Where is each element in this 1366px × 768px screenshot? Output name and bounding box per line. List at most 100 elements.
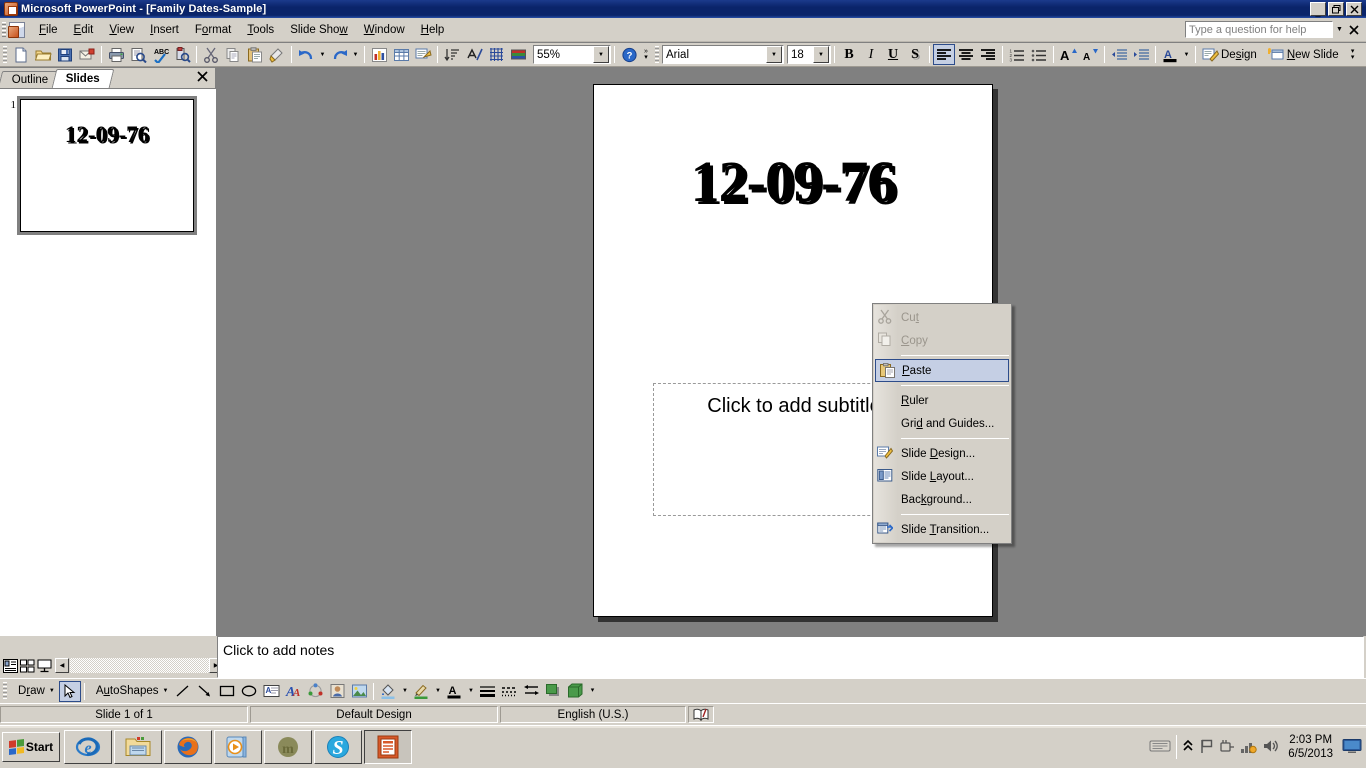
print-icon[interactable] (105, 44, 127, 65)
underline-button[interactable]: U (882, 44, 904, 65)
font-color-icon[interactable]: A (1159, 44, 1181, 65)
menu-help[interactable]: Help (413, 21, 453, 39)
zoom-dropdown-arrow[interactable]: ▼ (593, 46, 609, 63)
context-menu-item-background[interactable]: Background... (873, 488, 1011, 511)
slide-thumbnail[interactable]: 12-09-76 (17, 96, 197, 235)
context-menu-item-grid-and-guides[interactable]: Grid and Guides... (873, 412, 1011, 435)
menu-grip[interactable] (2, 21, 6, 38)
decrease-font-size-icon[interactable]: A (1079, 44, 1101, 65)
bullets-icon[interactable] (1028, 44, 1050, 65)
format-painter-icon[interactable] (266, 44, 288, 65)
start-button[interactable]: Start (2, 732, 60, 762)
align-left-icon[interactable] (933, 44, 955, 65)
show-hidden-icons-icon[interactable] (1182, 739, 1194, 756)
slide-title-text[interactable]: 12-09-76 (594, 153, 992, 211)
drawing-toolbar-overflow[interactable]: ▾ (586, 680, 598, 702)
redo-dropdown-arrow[interactable]: ▼ (350, 44, 361, 65)
arrow-style-icon[interactable] (520, 681, 542, 702)
text-box-icon[interactable]: A (260, 681, 282, 702)
font-color-draw-dropdown-arrow[interactable]: ▼ (465, 681, 476, 702)
print-preview-icon[interactable] (127, 44, 149, 65)
context-menu-item-slide-transition[interactable]: Slide Transition... (873, 518, 1011, 541)
slide-vertical-scrollbar[interactable] (1350, 68, 1366, 636)
save-icon[interactable] (54, 44, 76, 65)
expand-all-icon[interactable] (463, 44, 485, 65)
fill-color-dropdown-arrow[interactable]: ▼ (399, 681, 410, 702)
close-pane-icon[interactable] (195, 69, 209, 83)
taskbar-skype-icon[interactable]: S (314, 730, 362, 764)
safely-remove-hardware-icon[interactable] (1219, 738, 1235, 757)
menu-window[interactable]: Window (356, 21, 413, 39)
diagram-icon[interactable] (304, 681, 326, 702)
context-menu-item-ruler[interactable]: Ruler (873, 389, 1011, 412)
color-grayscale-icon[interactable] (507, 44, 529, 65)
formatting-toolbar-overflow[interactable]: ▾ ▾ (1347, 44, 1359, 66)
menu-slide-show[interactable]: Slide Show (282, 21, 356, 39)
menu-tools[interactable]: Tools (239, 21, 282, 39)
draw-menu-button[interactable]: Draw ▼ (10, 681, 59, 702)
insert-chart-icon[interactable] (368, 44, 390, 65)
dash-style-icon[interactable] (498, 681, 520, 702)
taskbar-mcafee-icon[interactable]: m (264, 730, 312, 764)
slide-show-view-icon[interactable] (36, 658, 52, 673)
line-color-icon[interactable] (410, 681, 432, 702)
3d-style-icon[interactable] (564, 681, 586, 702)
rectangle-icon[interactable] (216, 681, 238, 702)
context-menu-item-slide-layout[interactable]: Slide Layout... (873, 465, 1011, 488)
volume-icon[interactable] (1262, 738, 1279, 757)
align-center-icon[interactable] (955, 44, 977, 65)
context-menu-item-copy[interactable]: Copy (873, 329, 1011, 352)
shadow-button[interactable]: S (904, 44, 926, 65)
keyboard-icon[interactable] (1149, 738, 1171, 757)
shadow-style-icon[interactable] (542, 681, 564, 702)
font-size-dropdown-arrow[interactable]: ▼ (813, 46, 829, 63)
notes-pane[interactable]: Click to add notes (217, 636, 1364, 678)
spelling-icon[interactable]: ABC (149, 44, 171, 65)
autoshapes-menu-button[interactable]: AutoShapes ▼ (88, 681, 173, 702)
line-icon[interactable] (172, 681, 194, 702)
design-button[interactable]: Design (1199, 44, 1265, 65)
numbering-icon[interactable]: 123 (1006, 44, 1028, 65)
align-right-icon[interactable] (977, 44, 999, 65)
arrow-icon[interactable] (194, 681, 216, 702)
menu-file[interactable]: FFileile (31, 21, 66, 39)
undo-dropdown-arrow[interactable]: ▼ (317, 44, 328, 65)
clip-art-icon[interactable] (326, 681, 348, 702)
minimize-button[interactable]: _ (1310, 2, 1326, 16)
italic-button[interactable]: I (860, 44, 882, 65)
insert-table-icon[interactable] (390, 44, 412, 65)
zoom-combo[interactable]: 55% ▼ (533, 45, 611, 64)
help-icon[interactable]: ? (618, 44, 640, 65)
menu-format[interactable]: Format (187, 21, 239, 39)
new-slide-button[interactable]: New Slide (1265, 44, 1347, 65)
context-menu-item-paste[interactable]: Paste (875, 359, 1009, 382)
cut-icon[interactable] (200, 44, 222, 65)
taskbar-internet-explorer-icon[interactable]: e (64, 730, 112, 764)
show-grid-icon[interactable] (485, 44, 507, 65)
formatting-toolbar-grip[interactable] (655, 45, 659, 64)
context-menu[interactable]: Cut Copy Paste Ruler Grid and Guides... (872, 303, 1012, 544)
line-color-dropdown-arrow[interactable]: ▼ (432, 681, 443, 702)
scroll-left-button[interactable]: ◀ (55, 658, 69, 673)
font-name-dropdown-arrow[interactable]: ▼ (766, 46, 782, 63)
font-color-dropdown-arrow[interactable]: ▼ (1181, 44, 1192, 65)
normal-view-icon[interactable] (2, 658, 18, 673)
slide-thumbnail-item[interactable]: 1 12-09-76 (0, 89, 216, 235)
taskbar-firefox-icon[interactable] (164, 730, 212, 764)
copy-icon[interactable] (222, 44, 244, 65)
taskbar-clock[interactable]: 2:03 PM 6/5/2013 (1284, 733, 1337, 761)
drawing-toolbar-grip[interactable] (3, 682, 7, 700)
spell-check-icon[interactable] (688, 706, 714, 723)
standard-toolbar-grip[interactable] (3, 45, 7, 64)
font-color-draw-icon[interactable]: A (443, 681, 465, 702)
context-menu-item-slide-design[interactable]: Slide Design... (873, 442, 1011, 465)
network-icon[interactable] (1240, 738, 1257, 757)
flag-icon[interactable] (1199, 738, 1214, 757)
horizontal-scrollbar-track[interactable] (70, 658, 209, 673)
increase-indent-icon[interactable] (1130, 44, 1152, 65)
slide-thumbnail-strip[interactable]: 1 12-09-76 (0, 88, 216, 636)
fill-color-icon[interactable] (377, 681, 399, 702)
help-close-icon[interactable] (1346, 21, 1362, 38)
sort-icon[interactable] (441, 44, 463, 65)
help-dropdown-arrow[interactable]: ▼ (1333, 21, 1346, 38)
